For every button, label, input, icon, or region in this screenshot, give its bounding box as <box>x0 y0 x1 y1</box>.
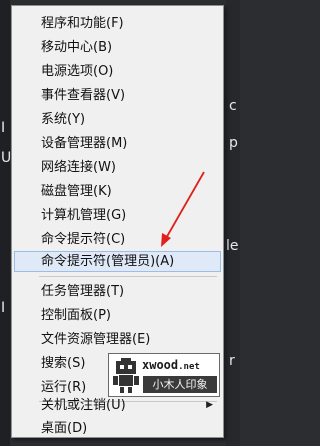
menu-item-network-connections[interactable]: 网络连接(W) <box>14 157 221 178</box>
menu-item-file-explorer[interactable]: 文件资源管理器(E) <box>14 329 221 350</box>
triangle-right-icon: ▶ <box>206 400 213 410</box>
menu-item-programs-and-features[interactable]: 程序和功能(F) <box>14 13 221 34</box>
robot-icon <box>113 358 139 393</box>
background-text: p <box>229 135 238 151</box>
menu-separator <box>39 276 217 277</box>
watermark-caption: 小木人印象 <box>143 376 217 393</box>
background-text: U <box>1 150 12 166</box>
menu-item-desktop[interactable]: 桌面(D) <box>14 418 221 439</box>
menu-item-disk-management[interactable]: 磁盘管理(K) <box>14 181 221 202</box>
menu-item-task-manager[interactable]: 任务管理器(T) <box>14 281 221 302</box>
watermark-brand: xwood.net <box>142 358 200 372</box>
menu-item-computer-management[interactable]: 计算机管理(G) <box>14 205 221 226</box>
menu-item-control-panel[interactable]: 控制面板(P) <box>14 305 221 326</box>
background-text: I <box>1 120 6 136</box>
background-text: r <box>229 353 235 369</box>
background-left-strip <box>0 0 10 446</box>
menu-item-command-prompt[interactable]: 命令提示符(C) <box>14 229 221 250</box>
background-right-strip <box>226 0 240 446</box>
menu-item-command-prompt-admin[interactable]: 命令提示符(管理员)(A) <box>14 251 221 272</box>
menu-item-event-viewer[interactable]: 事件查看器(V) <box>14 85 221 106</box>
menu-item-label: 关机或注销(U) <box>41 398 126 413</box>
background-text: c <box>229 98 237 114</box>
menu-item-system[interactable]: 系统(Y) <box>14 109 221 130</box>
menu-item-mobility-center[interactable]: 移动中心(B) <box>14 37 221 58</box>
background-text: le <box>226 238 239 254</box>
menu-item-device-manager[interactable]: 设备管理器(M) <box>14 133 221 154</box>
menu-item-shutdown-or-signout[interactable]: 关机或注销(U) ▶ <box>14 395 221 416</box>
background-text: I <box>1 300 6 316</box>
menu-item-power-options[interactable]: 电源选项(O) <box>14 61 221 82</box>
xwood-watermark: xwood.net 小木人印象 <box>108 353 220 397</box>
